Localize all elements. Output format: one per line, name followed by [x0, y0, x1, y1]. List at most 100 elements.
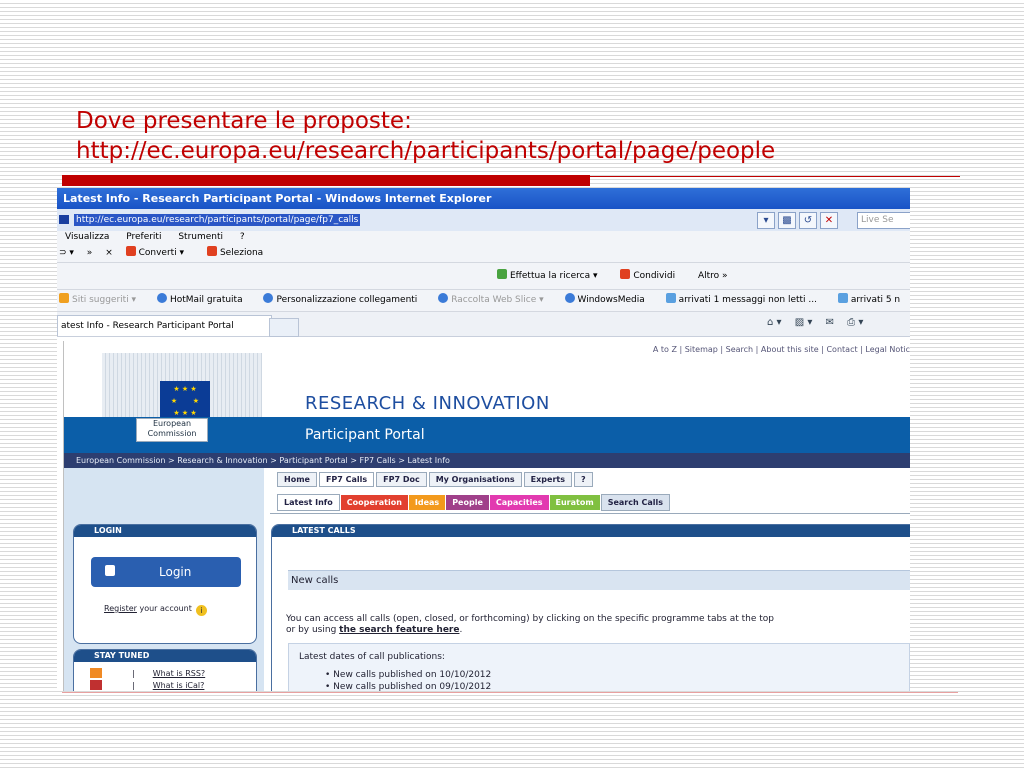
publication-date-item[interactable]: • New calls published on 09/10/2012 — [325, 682, 491, 691]
seleziona-button[interactable]: Seleziona — [206, 246, 273, 258]
stop-icon[interactable]: ✕ — [820, 212, 838, 229]
close-icon[interactable]: × — [105, 248, 113, 258]
fav-custom[interactable]: Personalizzazione collegamenti — [263, 293, 426, 305]
top-links[interactable]: A to Z | Sitemap | Search | About this s… — [653, 345, 910, 354]
publication-dates-heading: Latest dates of call publications: — [299, 652, 445, 662]
tab-help[interactable]: ? — [573, 472, 593, 487]
back-button[interactable]: ⊃ ▾ — [59, 248, 74, 258]
menu-preferiti[interactable]: Preferiti — [126, 232, 161, 242]
fav-webslice[interactable]: Raccolta Web Slice ▾ — [438, 293, 552, 305]
fav-suggested-label: Siti suggeriti ▾ — [72, 295, 137, 305]
fav-msg2-label: arrivati 5 n — [850, 295, 901, 305]
fav-msg2[interactable]: arrivati 5 n — [837, 293, 909, 305]
calls-description-line2: or by using the search feature here. — [286, 625, 886, 636]
login-button-label: Login — [159, 565, 192, 579]
live-search-input[interactable]: Live Se — [857, 212, 910, 229]
seleziona-label: Seleziona — [219, 248, 264, 258]
ie-icon — [156, 293, 167, 303]
compatibility-icon[interactable]: ▩ — [778, 212, 796, 229]
calendar-icon[interactable] — [90, 680, 102, 690]
command-toolbar: ⊃ ▾ » × Converti ▾ Seleziona — [57, 244, 910, 263]
ical-link[interactable]: What is iCal? — [153, 681, 205, 690]
login-panel: LOGIN Login Register your account i — [73, 524, 257, 644]
slide-title: Dove presentare le proposte: http://ec.e… — [76, 106, 976, 166]
address-input[interactable]: http://ec.europa.eu/research/participant… — [74, 214, 361, 226]
breadcrumb[interactable]: European Commission > Research & Innovat… — [64, 453, 910, 468]
search-button-label: Effettua la ricerca ▾ — [510, 271, 598, 281]
login-button[interactable]: Login — [91, 557, 241, 587]
fav-hotmail-label: HotMail gratuita — [169, 295, 243, 305]
register-rest: your account — [136, 604, 192, 613]
search-toolbar-items: Effettua la ricerca ▾ Condividi Altro » — [497, 263, 738, 289]
rss-icon[interactable] — [90, 668, 102, 678]
title-accent-line — [590, 176, 960, 177]
select-icon — [206, 246, 217, 256]
tab-search-calls[interactable]: Search Calls — [600, 494, 670, 511]
latest-calls-title: LATEST CALLS — [272, 525, 910, 537]
print-icon[interactable]: ⎙ ▾ — [847, 317, 863, 328]
register-link[interactable]: Register — [104, 604, 137, 613]
rss-link[interactable]: What is RSS? — [153, 669, 205, 678]
fav-custom-label: Personalizzazione collegamenti — [276, 295, 418, 305]
share-button[interactable]: Condividi — [620, 269, 685, 281]
rss-row: | What is RSS? — [90, 668, 205, 678]
calls-description-line1: You can access all calls (open, closed, … — [286, 614, 775, 624]
dropdown-icon[interactable]: ▾ — [757, 212, 775, 229]
fav-suggested[interactable]: Siti suggeriti ▾ — [59, 293, 145, 305]
search-feature-link[interactable]: the search feature here — [339, 625, 459, 635]
ie-icon — [564, 293, 575, 303]
lock-icon — [105, 565, 115, 576]
eu-flag-icon: ★ ★ ★ ★ ★ ★ ★ ★ — [160, 381, 210, 419]
fav-wmedia[interactable]: WindowsMedia — [564, 293, 654, 305]
refresh-icon[interactable]: ↺ — [799, 212, 817, 229]
tab-my-organisations[interactable]: My Organisations — [428, 472, 522, 487]
title-accent-bar — [62, 175, 590, 186]
web-page: A to Z | Sitemap | Search | About this s… — [57, 341, 910, 691]
programme-tabs: Latest Info Cooperation Ideas People Capacit… — [277, 494, 671, 511]
fav-msg1[interactable]: arrivati 1 messaggi non letti ... — [665, 293, 826, 305]
more-button[interactable]: » — [87, 248, 93, 258]
main-nav-tabs: Home FP7 Calls FP7 Doc My Organisations Expe… — [277, 472, 595, 487]
search-toolbar: Effettua la ricerca ▾ Condividi Altro » — [57, 263, 910, 290]
calls-description-end: . — [459, 625, 463, 635]
search-button[interactable]: Effettua la ricerca ▾ — [497, 269, 607, 281]
publication-dates-box: Latest dates of call publications: • New… — [288, 643, 910, 691]
pdf-icon — [125, 246, 136, 256]
publication-date-item[interactable]: • New calls published on 10/10/2012 — [325, 670, 491, 680]
tab-euratom[interactable]: Euratom — [549, 495, 600, 510]
share-button-label: Condividi — [633, 271, 676, 281]
ec-label: European Commission — [136, 418, 208, 442]
mail-icon[interactable]: ✉ — [826, 317, 834, 328]
stay-tuned-panel: STAY TUNED | What is RSS? | What is iCal? — [73, 649, 257, 691]
menu-bar: Visualizza Preferiti Strumenti ? — [57, 231, 910, 244]
more-options-button[interactable]: Altro » — [698, 271, 728, 281]
tab-latest-info[interactable]: atest Info - Research Participant Portal — [57, 315, 272, 336]
search-engine-icon — [497, 269, 507, 279]
favorites-bar: Siti suggeriti ▾ HotMail gratuita Person… — [57, 290, 910, 312]
tab-people[interactable]: People — [446, 495, 489, 510]
menu-strumenti[interactable]: Strumenti — [178, 232, 223, 242]
slide-title-line1: Dove presentare le proposte: — [76, 108, 412, 134]
feeds-icon[interactable]: ▨ ▾ — [795, 317, 813, 328]
fav-msg1-label: arrivati 1 messaggi non letti ... — [678, 295, 817, 305]
home-icon[interactable]: ⌂ ▾ — [767, 317, 782, 328]
address-bar: http://ec.europa.eu/research/participant… — [57, 209, 910, 231]
ie-icon — [438, 293, 449, 303]
page-favicon-icon — [59, 215, 69, 224]
fav-hotmail[interactable]: HotMail gratuita — [156, 293, 252, 305]
tab-fp7-calls[interactable]: FP7 Calls — [318, 472, 375, 487]
info-icon[interactable]: i — [195, 605, 207, 616]
new-tab-button[interactable] — [269, 318, 299, 337]
converti-button[interactable]: Converti ▾ — [125, 246, 194, 258]
tab-cooperation[interactable]: Cooperation — [340, 495, 408, 510]
tab-experts[interactable]: Experts — [523, 472, 572, 487]
tab-ideas[interactable]: Ideas — [408, 495, 446, 510]
calls-description-prefix: or by using — [286, 625, 340, 635]
login-panel-title: LOGIN — [74, 525, 256, 537]
menu-help[interactable]: ? — [240, 232, 245, 242]
tab-latest-info-page[interactable]: Latest Info — [277, 494, 340, 511]
menu-visualizza[interactable]: Visualizza — [65, 232, 109, 242]
tab-fp7-doc[interactable]: FP7 Doc — [376, 472, 427, 487]
tab-capacities[interactable]: Capacities — [489, 495, 549, 510]
tab-home[interactable]: Home — [277, 472, 317, 487]
